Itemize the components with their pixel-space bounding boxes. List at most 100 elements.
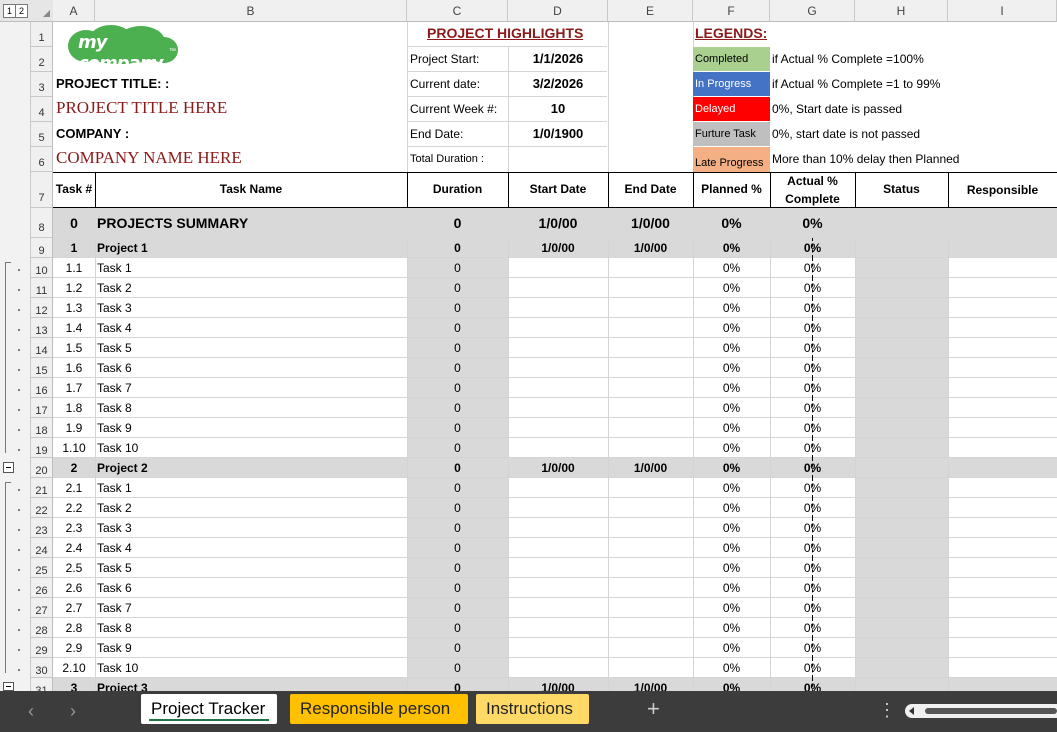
cell-actual[interactable]: 0% bbox=[770, 301, 855, 317]
row-header[interactable]: 25 bbox=[31, 558, 53, 578]
cell-name[interactable]: Task 6 bbox=[97, 361, 405, 377]
cell-planned[interactable]: 0% bbox=[693, 281, 770, 297]
row-header[interactable]: 8 bbox=[31, 208, 53, 238]
cell-duration[interactable]: 0 bbox=[407, 301, 508, 317]
cell-end[interactable]: 1/0/00 bbox=[608, 681, 693, 691]
row-header[interactable]: 29 bbox=[31, 638, 53, 658]
cell-planned[interactable]: 0% bbox=[693, 421, 770, 437]
cell-actual[interactable]: 0% bbox=[770, 621, 855, 637]
row-header[interactable]: 18 bbox=[31, 418, 53, 438]
cell-start[interactable] bbox=[508, 621, 608, 637]
cell-end[interactable] bbox=[608, 421, 693, 437]
cell-num[interactable]: 2.9 bbox=[53, 641, 95, 657]
cell-planned[interactable]: 0% bbox=[693, 581, 770, 597]
column-header-d[interactable]: D bbox=[508, 0, 608, 22]
row-header[interactable]: 15 bbox=[31, 358, 53, 378]
row-header[interactable]: 1 bbox=[31, 22, 53, 47]
cell-num[interactable]: 1.8 bbox=[53, 401, 95, 417]
cell-actual[interactable]: 0% bbox=[770, 441, 855, 457]
cell-duration[interactable]: 0 bbox=[407, 641, 508, 657]
shaded-cell[interactable] bbox=[855, 378, 948, 397]
cell-planned[interactable]: 0% bbox=[693, 261, 770, 277]
cell-end[interactable] bbox=[608, 381, 693, 397]
cell-start[interactable] bbox=[508, 661, 608, 677]
shaded-cell[interactable] bbox=[855, 258, 948, 277]
cell-start[interactable] bbox=[508, 301, 608, 317]
cell-end[interactable] bbox=[608, 581, 693, 597]
cell-num[interactable]: 2.3 bbox=[53, 521, 95, 537]
cell-num[interactable]: 1.4 bbox=[53, 321, 95, 337]
cell-actual[interactable]: 0% bbox=[770, 281, 855, 297]
scroll-tabs-left-icon[interactable]: ‹ bbox=[28, 701, 34, 722]
cell-planned[interactable]: 0% bbox=[693, 541, 770, 557]
cell-num[interactable]: 2.4 bbox=[53, 541, 95, 557]
cell-actual[interactable]: 0% bbox=[770, 381, 855, 397]
cell-duration[interactable]: 0 bbox=[407, 321, 508, 337]
cell-start[interactable] bbox=[508, 441, 608, 457]
cell-name[interactable]: Task 2 bbox=[97, 281, 405, 297]
column-header-c[interactable]: C bbox=[407, 0, 508, 22]
cell-planned[interactable]: 0% bbox=[693, 441, 770, 457]
cell-actual[interactable]: 0% bbox=[770, 501, 855, 517]
cell-duration[interactable]: 0 bbox=[407, 461, 508, 477]
cell-name[interactable]: Task 1 bbox=[97, 261, 405, 277]
cell-name[interactable]: Task 8 bbox=[97, 401, 405, 417]
row-header[interactable]: 30 bbox=[31, 658, 53, 678]
cell-name[interactable]: Task 8 bbox=[97, 621, 405, 637]
cell-actual[interactable]: 0% bbox=[770, 241, 855, 257]
cell-name[interactable]: Task 3 bbox=[97, 301, 405, 317]
cell-name[interactable]: Task 10 bbox=[97, 661, 405, 677]
cell-start[interactable] bbox=[508, 581, 608, 597]
cell-end[interactable] bbox=[608, 301, 693, 317]
cell-end[interactable] bbox=[608, 561, 693, 577]
cell-end[interactable] bbox=[608, 661, 693, 677]
cell-actual[interactable]: 0% bbox=[770, 641, 855, 657]
row-header[interactable]: 17 bbox=[31, 398, 53, 418]
cell-start[interactable] bbox=[508, 421, 608, 437]
cell-start[interactable] bbox=[508, 341, 608, 357]
cell-duration[interactable]: 0 bbox=[407, 541, 508, 557]
cell-start[interactable]: 1/0/00 bbox=[508, 241, 608, 257]
cell-num[interactable]: 2.10 bbox=[53, 661, 95, 677]
shaded-cell[interactable] bbox=[855, 518, 948, 537]
cell-planned[interactable]: 0% bbox=[693, 521, 770, 537]
column-header-f[interactable]: F bbox=[693, 0, 770, 22]
cell-planned[interactable]: 0% bbox=[693, 401, 770, 417]
row-header[interactable]: 3 bbox=[31, 72, 53, 97]
select-all-icon[interactable] bbox=[43, 10, 50, 17]
row-header[interactable]: 9 bbox=[31, 238, 53, 258]
cell-num[interactable]: 1.9 bbox=[53, 421, 95, 437]
column-header-i[interactable]: I bbox=[948, 0, 1057, 22]
shaded-cell[interactable] bbox=[855, 278, 948, 297]
cell-actual[interactable]: 0% bbox=[770, 561, 855, 577]
cell-end[interactable]: 1/0/00 bbox=[608, 461, 693, 477]
cell-name[interactable]: Task 9 bbox=[97, 421, 405, 437]
cell-end[interactable] bbox=[608, 261, 693, 277]
cell-duration[interactable]: 0 bbox=[407, 501, 508, 517]
project-start-value[interactable]: 1/1/2026 bbox=[508, 51, 608, 66]
cell-planned[interactable]: 0% bbox=[693, 481, 770, 497]
scroll-tabs-right-icon[interactable]: › bbox=[70, 701, 76, 722]
cell-num[interactable]: 2 bbox=[53, 461, 95, 477]
shaded-cell[interactable] bbox=[855, 598, 948, 617]
add-sheet-button[interactable]: + bbox=[647, 696, 660, 722]
cell-end[interactable] bbox=[608, 541, 693, 557]
row-header[interactable]: 27 bbox=[31, 598, 53, 618]
cell-start[interactable] bbox=[508, 601, 608, 617]
shaded-cell[interactable] bbox=[855, 558, 948, 577]
row-header[interactable]: 2 bbox=[31, 47, 53, 72]
shaded-cell[interactable] bbox=[855, 298, 948, 317]
cell-actual[interactable]: 0% bbox=[770, 321, 855, 337]
column-header-g[interactable]: G bbox=[770, 0, 855, 22]
cell-end[interactable] bbox=[608, 401, 693, 417]
row-header[interactable]: 31 bbox=[31, 678, 53, 691]
cell-duration[interactable]: 0 bbox=[407, 441, 508, 457]
cell-name[interactable]: Project 3 bbox=[97, 681, 405, 691]
cell-duration[interactable]: 0 bbox=[407, 661, 508, 677]
outline-level-2-button[interactable]: 2 bbox=[15, 4, 28, 18]
horizontal-scrollbar[interactable] bbox=[905, 704, 1057, 718]
cell-duration[interactable]: 0 bbox=[407, 341, 508, 357]
cell-planned[interactable]: 0% bbox=[693, 561, 770, 577]
row-header[interactable]: 28 bbox=[31, 618, 53, 638]
cell-start[interactable] bbox=[508, 641, 608, 657]
